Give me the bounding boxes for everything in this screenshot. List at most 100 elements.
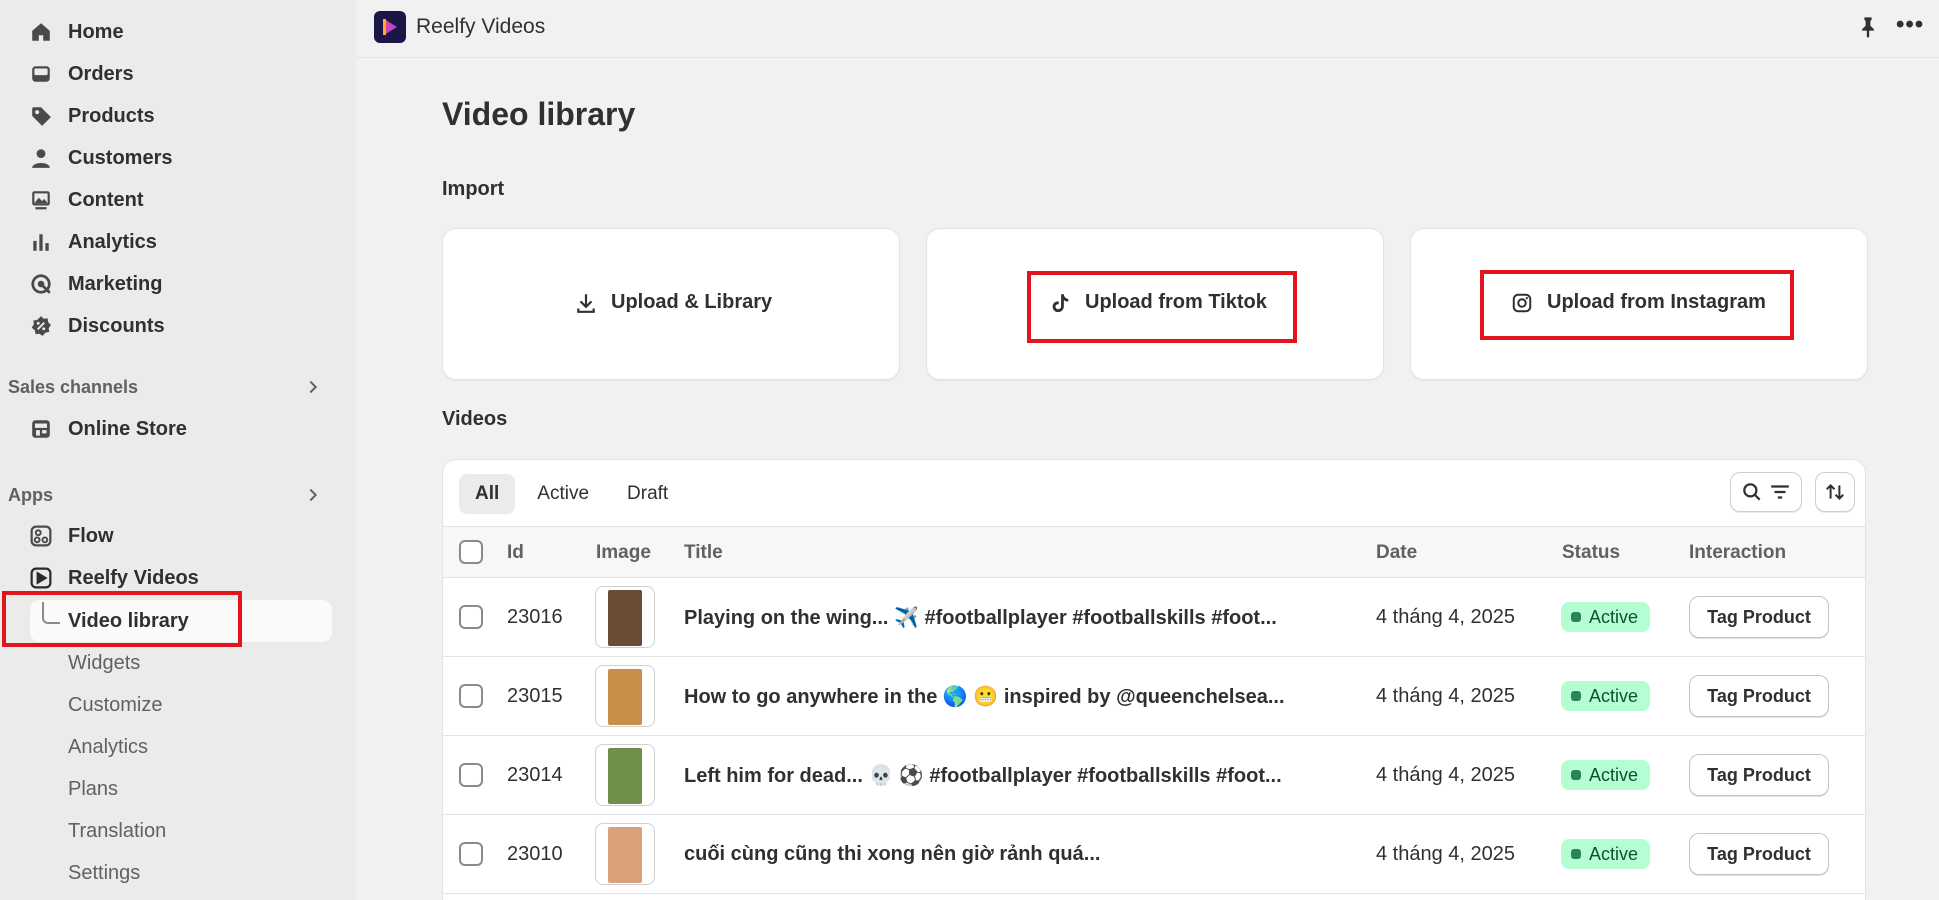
nav-marketing-label: Marketing	[68, 272, 163, 295]
nav-app-analytics[interactable]: Analytics	[68, 729, 148, 765]
sort-icon	[1826, 483, 1844, 501]
nav-discounts-label: Discounts	[68, 314, 165, 337]
table-row[interactable]: 23010 cuối cùng cũng thi xong nên giờ rả…	[443, 815, 1865, 894]
nav-marketing[interactable]: Marketing	[30, 266, 162, 302]
nav-products-label: Products	[68, 104, 155, 127]
tag-product-button[interactable]: Tag Product	[1689, 833, 1829, 875]
search-filter-button[interactable]	[1730, 472, 1802, 512]
video-id: 23016	[507, 606, 563, 628]
video-thumbnail[interactable]	[595, 665, 655, 727]
nav-plans[interactable]: Plans	[68, 771, 118, 807]
status-dot-icon	[1571, 770, 1581, 780]
status-label: Active	[1589, 843, 1639, 864]
nav-settings[interactable]: Settings	[68, 855, 140, 891]
sidebar: Home Orders Products Customers Content A…	[0, 0, 356, 900]
nav-home-label: Home	[68, 20, 124, 43]
video-thumbnail[interactable]	[595, 823, 655, 885]
import-label: Import	[442, 178, 505, 200]
row-checkbox[interactable]	[459, 684, 483, 708]
person-icon	[30, 147, 52, 169]
chevron-right-icon	[309, 488, 318, 502]
nav-products[interactable]: Products	[30, 98, 155, 134]
highlight-box	[2, 591, 242, 647]
sort-button[interactable]	[1815, 472, 1855, 512]
video-date: 4 tháng 4, 2025	[1376, 685, 1516, 707]
row-checkbox[interactable]	[459, 842, 483, 866]
upload-library-card[interactable]: Upload & Library	[442, 228, 900, 380]
search-icon	[1743, 483, 1761, 501]
status-label: Active	[1589, 764, 1639, 785]
video-title[interactable]: cuối cùng cũng thi xong nên giờ rảnh quá…	[684, 815, 1100, 894]
nav-translation[interactable]: Translation	[68, 813, 166, 849]
nav-content-label: Content	[68, 188, 144, 211]
status-dot-icon	[1571, 691, 1581, 701]
pin-icon[interactable]	[1856, 14, 1880, 40]
video-title[interactable]: Playing on the wing... ✈️ #footballplaye…	[684, 578, 1277, 657]
apps-header[interactable]: Apps	[8, 480, 326, 510]
sales-channels-title: Sales channels	[8, 376, 139, 397]
nav-customers-label: Customers	[68, 146, 173, 169]
nav-discounts[interactable]: Discounts	[30, 308, 165, 344]
download-icon	[577, 293, 595, 313]
table-row[interactable]: 23014 Left him for dead... 💀 ⚽ #football…	[443, 736, 1865, 815]
tab-draft[interactable]: Draft	[611, 474, 684, 514]
page-title: Video library	[442, 96, 636, 132]
tag-product-button[interactable]: Tag Product	[1689, 675, 1829, 717]
col-title[interactable]: Title	[684, 527, 723, 579]
status-dot-icon	[1571, 612, 1581, 622]
chevron-right-icon	[309, 380, 318, 394]
status-badge: Active	[1561, 760, 1651, 790]
apps-title: Apps	[8, 484, 53, 505]
nav-flow[interactable]: Flow	[30, 518, 114, 554]
video-title[interactable]: Left him for dead... 💀 ⚽ #footballplayer…	[684, 736, 1282, 815]
store-icon	[30, 418, 52, 440]
tag-icon	[30, 105, 52, 127]
nav-analytics[interactable]: Analytics	[30, 224, 157, 260]
nav-online-store-label: Online Store	[68, 417, 187, 440]
highlight-box	[1027, 271, 1297, 343]
upload-library-label: Upload & Library	[611, 291, 773, 313]
nav-home[interactable]: Home	[30, 14, 124, 50]
nav-orders[interactable]: Orders	[30, 56, 134, 92]
nav-online-store[interactable]: Online Store	[30, 411, 187, 447]
nav-widgets[interactable]: Widgets	[68, 645, 140, 681]
table-row[interactable]: 23016 Playing on the wing... ✈️ #footbal…	[443, 578, 1865, 657]
video-thumbnail[interactable]	[595, 744, 655, 806]
select-all-checkbox[interactable]	[459, 540, 483, 564]
row-checkbox[interactable]	[459, 763, 483, 787]
col-image: Image	[596, 542, 651, 563]
discount-icon	[30, 315, 52, 337]
videos-table-card: All Active Draft Id Image Title Date Sta…	[442, 459, 1866, 900]
flow-icon	[30, 525, 52, 547]
more-options-icon[interactable]: •••	[1896, 13, 1926, 40]
video-date: 4 tháng 4, 2025	[1376, 764, 1516, 786]
app-logo	[374, 11, 406, 43]
tag-product-button[interactable]: Tag Product	[1689, 754, 1829, 796]
tag-product-button[interactable]: Tag Product	[1689, 596, 1829, 638]
video-id: 23014	[507, 764, 563, 786]
video-title[interactable]: How to go anywhere in the 🌎 😬 inspired b…	[684, 657, 1285, 736]
col-status[interactable]: Status	[1562, 527, 1620, 579]
row-checkbox[interactable]	[459, 605, 483, 629]
app-topbar: Reelfy Videos •••	[356, 0, 1939, 58]
image-icon	[30, 189, 52, 211]
videos-label: Videos	[442, 408, 508, 430]
table-row[interactable]: 23015 How to go anywhere in the 🌎 😬 insp…	[443, 657, 1865, 736]
video-filter-tabs: All Active Draft	[459, 474, 684, 514]
tab-all[interactable]: All	[459, 474, 516, 514]
bar-chart-icon	[30, 231, 52, 253]
table-header: Id Image Title Date Status Interaction	[443, 526, 1865, 579]
nav-customers[interactable]: Customers	[30, 140, 172, 176]
status-badge: Active	[1561, 839, 1651, 869]
status-dot-icon	[1571, 849, 1581, 859]
col-id[interactable]: Id	[507, 527, 524, 579]
status-label: Active	[1589, 685, 1639, 706]
video-thumbnail[interactable]	[595, 586, 655, 648]
tab-active[interactable]: Active	[521, 474, 605, 514]
video-date: 4 tháng 4, 2025	[1376, 843, 1516, 865]
col-date[interactable]: Date	[1376, 527, 1417, 579]
upload-library-button[interactable]: Upload & Library	[575, 291, 772, 314]
nav-customize[interactable]: Customize	[68, 687, 162, 723]
nav-content[interactable]: Content	[30, 182, 144, 218]
sales-channels-header[interactable]: Sales channels	[8, 372, 326, 402]
